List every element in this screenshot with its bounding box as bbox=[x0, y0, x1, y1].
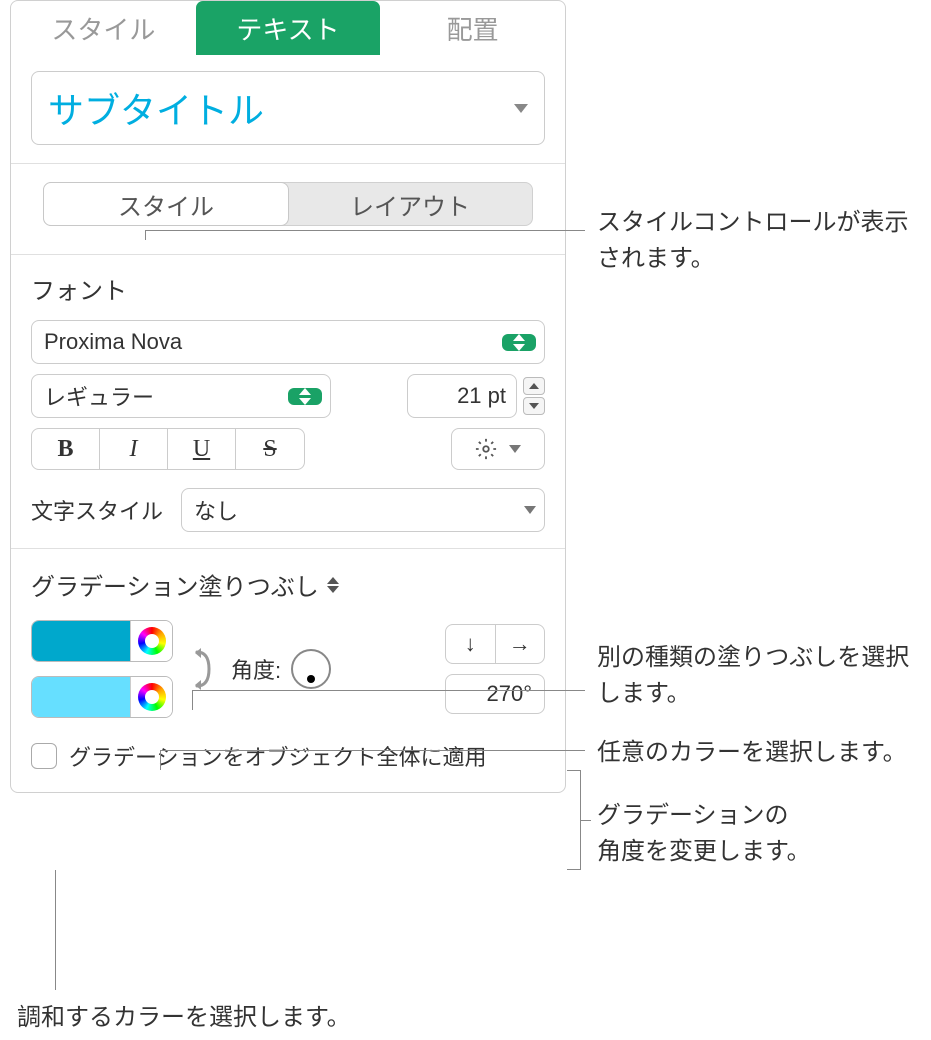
fill-type-select[interactable]: グラデーション塗りつぶし bbox=[31, 567, 545, 602]
text-style-group: B I U S bbox=[31, 428, 305, 470]
chevron-down-icon bbox=[524, 506, 536, 514]
font-section-label: フォント bbox=[31, 271, 545, 306]
callout-text: 調和するカラーを選択します。 bbox=[17, 1000, 351, 1036]
direction-down-button[interactable]: ↓ bbox=[446, 625, 496, 663]
stepper-up-icon[interactable] bbox=[523, 377, 545, 395]
font-family-value: Proxima Nova bbox=[44, 329, 504, 355]
strikethrough-button[interactable]: S bbox=[236, 429, 304, 469]
font-size-stepper[interactable] bbox=[523, 377, 545, 415]
gradient-color-1[interactable] bbox=[31, 620, 173, 662]
gradient-direction-buttons: ↓ → bbox=[445, 624, 545, 664]
callout-text: グラデーションの角度を変更します。 bbox=[597, 798, 811, 870]
callout-text: 任意のカラーを選択します。 bbox=[597, 735, 907, 771]
gradient-color-2[interactable] bbox=[31, 676, 173, 718]
seg-layout[interactable]: レイアウト bbox=[288, 183, 532, 225]
color-picker-button[interactable] bbox=[130, 677, 172, 717]
angle-label: 角度: bbox=[231, 653, 281, 685]
tab-style[interactable]: スタイル bbox=[11, 1, 196, 55]
updown-icon bbox=[327, 577, 339, 593]
font-weight-value: レギュラー bbox=[44, 380, 290, 412]
chevron-down-icon bbox=[514, 104, 528, 113]
color-swatch[interactable] bbox=[32, 677, 130, 717]
apply-overall-checkbox[interactable] bbox=[31, 743, 57, 769]
font-family-select[interactable]: Proxima Nova bbox=[31, 320, 545, 364]
font-weight-select[interactable]: レギュラー bbox=[31, 374, 331, 418]
direction-right-button[interactable]: → bbox=[496, 625, 545, 663]
paragraph-style-select[interactable]: サブタイトル bbox=[31, 71, 545, 145]
tab-arrange[interactable]: 配置 bbox=[380, 1, 565, 55]
select-stepper-icon bbox=[502, 334, 536, 351]
chevron-down-icon bbox=[509, 445, 521, 453]
fill-type-label: グラデーション塗りつぶし bbox=[31, 567, 319, 602]
angle-value-input[interactable]: 270° bbox=[445, 674, 545, 714]
seg-style[interactable]: スタイル bbox=[43, 182, 289, 226]
bold-button[interactable]: B bbox=[32, 429, 100, 469]
color-picker-button[interactable] bbox=[130, 621, 172, 661]
char-style-select[interactable]: なし bbox=[181, 488, 545, 532]
callout-text: 別の種類の塗りつぶしを選択します。 bbox=[597, 640, 931, 712]
char-style-label: 文字スタイル bbox=[31, 494, 163, 526]
fill-section: グラデーション塗りつぶし bbox=[11, 548, 565, 792]
gear-icon bbox=[475, 438, 497, 460]
callout-text: スタイルコントロールが表示されます。 bbox=[597, 205, 931, 277]
font-size-input[interactable]: 21 pt bbox=[407, 374, 517, 418]
angle-dial[interactable] bbox=[291, 649, 331, 689]
color-swatch[interactable] bbox=[32, 621, 130, 661]
underline-button[interactable]: U bbox=[168, 429, 236, 469]
font-section: フォント Proxima Nova レギュラー 21 pt bbox=[11, 254, 565, 548]
style-layout-segment: スタイル レイアウト bbox=[43, 182, 533, 226]
format-panel: スタイル テキスト 配置 サブタイトル スタイル レイアウト フォント Prox… bbox=[10, 0, 566, 793]
color-wheel-icon bbox=[138, 683, 166, 711]
top-tabs: スタイル テキスト 配置 bbox=[11, 1, 565, 55]
paragraph-style-label: サブタイトル bbox=[48, 82, 514, 134]
gradient-color-wells bbox=[31, 620, 173, 718]
char-style-value: なし bbox=[194, 494, 518, 526]
swap-arrows-icon bbox=[187, 644, 217, 694]
italic-button[interactable]: I bbox=[100, 429, 168, 469]
select-stepper-icon bbox=[288, 388, 322, 405]
tab-text[interactable]: テキスト bbox=[196, 1, 381, 55]
swap-colors-button[interactable] bbox=[187, 644, 217, 694]
advanced-options-button[interactable] bbox=[451, 428, 545, 470]
apply-overall-label: グラデーションをオブジェクト全体に適用 bbox=[69, 740, 487, 772]
stepper-down-icon[interactable] bbox=[523, 397, 545, 415]
color-wheel-icon bbox=[138, 627, 166, 655]
